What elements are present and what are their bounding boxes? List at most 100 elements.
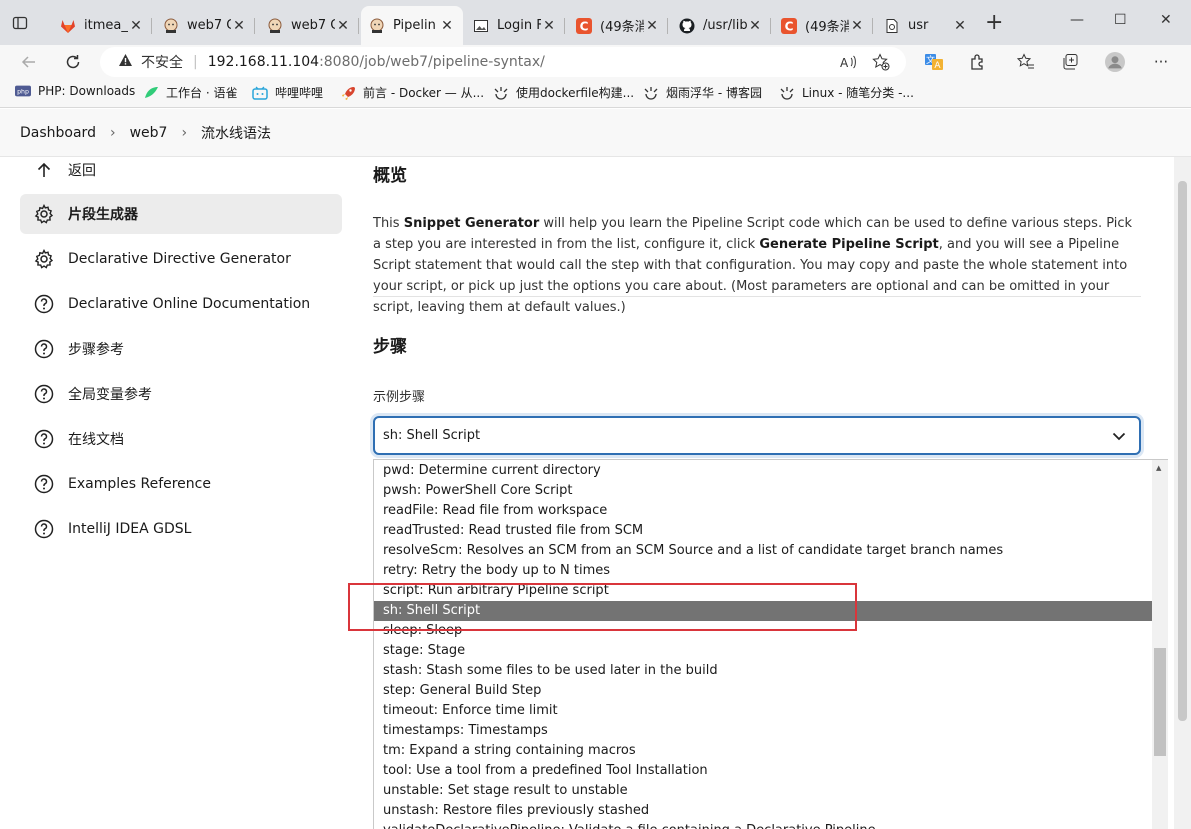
step-option[interactable]: retry: Retry the body up to N times [374,561,1168,581]
sidebar-item-intellij-gdsl[interactable]: IntelliJ IDEA GDSL [20,509,342,549]
jenkins-icon [267,18,283,34]
close-icon[interactable]: ✕ [335,18,351,34]
step-options-list[interactable]: pwd: Determine current directory pwsh: Po… [373,459,1168,829]
page-icon [884,18,900,34]
step-option[interactable]: readFile: Read file from workspace [374,501,1168,521]
close-icon[interactable]: ✕ [231,18,247,34]
tab-actions-icon[interactable] [10,13,30,33]
breadcrumb-job[interactable]: web7 [130,125,168,141]
close-icon[interactable]: ✕ [541,18,557,34]
tab-title: (49条消 [600,20,644,35]
breadcrumb-current[interactable]: 流水线语法 [201,123,271,143]
collections-icon[interactable] [1060,52,1080,72]
tab-title: (49条消 [805,20,849,35]
translate-icon[interactable]: 文A [924,52,944,72]
tab-title: web7 C [187,18,231,33]
highlight-annotation-box [348,583,857,631]
step-option[interactable]: pwsh: PowerShell Core Script [374,481,1168,501]
svg-text:C: C [580,19,589,33]
gear-icon [34,204,54,224]
browser-tab[interactable]: itmea_ ✕ [52,6,152,45]
new-tab-button[interactable]: + [985,12,1003,34]
list-scrollbar-thumb[interactable] [1154,648,1166,756]
close-icon[interactable]: ✕ [952,18,968,34]
sidebar-item-online-documentation[interactable]: Declarative Online Documentation [20,284,342,324]
step-option[interactable]: resolveScm: Resolves an SCM from an SCM … [374,541,1168,561]
browser-tab[interactable]: Login F ✕ [465,6,565,45]
maximize-icon[interactable]: ☐ [1114,12,1127,28]
profile-avatar[interactable] [1105,52,1125,72]
step-option[interactable]: unstash: Restore files previously stashe… [374,801,1168,821]
close-icon[interactable]: ✕ [644,18,660,34]
sidebar-item-examples-reference[interactable]: Examples Reference [20,464,342,504]
image-icon [473,18,489,34]
step-option[interactable]: stash: Stash some files to be used later… [374,661,1168,681]
cnblogs-icon [643,86,659,100]
minimize-icon[interactable]: — [1070,12,1084,28]
sidebar-item-online-docs[interactable]: 在线文档 [20,419,342,459]
add-favorite-icon[interactable] [871,52,891,72]
read-aloud-icon[interactable]: A [838,52,858,72]
sidebar-item-global-variables[interactable]: 全局变量参考 [20,374,342,414]
refresh-button[interactable] [62,51,84,73]
step-option[interactable]: timeout: Enforce time limit [374,701,1168,721]
sidebar-item-snippet-generator[interactable]: 片段生成器 [20,194,342,234]
sidebar-item-back[interactable]: 返回 [20,157,342,183]
favorites-icon[interactable] [1016,52,1036,72]
browser-tab[interactable]: C (49条消 ✕ [773,6,873,45]
step-option[interactable]: validateDeclarativePipeline: Validate a … [374,821,1168,829]
browser-tab[interactable]: C (49条消 ✕ [568,6,668,45]
sidebar-item-directive-generator[interactable]: Declarative Directive Generator [20,239,342,279]
jenkins-icon [369,18,385,34]
gitlab-icon [60,18,76,34]
browser-tab[interactable]: web7 C ✕ [259,6,359,45]
sample-step-select[interactable]: sh: Shell Script [373,416,1141,455]
step-option[interactable]: stage: Stage [374,641,1168,661]
page-scrollbar[interactable] [1174,157,1191,829]
page-scrollbar-thumb[interactable] [1178,181,1187,721]
bookmark-item[interactable]: php PHP: Downloads [15,84,135,98]
close-icon[interactable]: ✕ [128,18,144,34]
bookmark-item[interactable]: 前言 - Docker — 从... [340,84,484,101]
step-option[interactable]: timestamps: Timestamps [374,721,1168,741]
csdn-icon: C [576,17,592,34]
step-option[interactable]: readTrusted: Read trusted file from SCM [374,521,1168,541]
svg-text:C: C [785,19,794,33]
sample-step-label: 示例步骤 [373,390,426,405]
browser-tab[interactable]: /usr/lib ✕ [671,6,771,45]
bookmark-item[interactable]: Linux - 随笔分类 -... [779,84,914,101]
sidebar-item-steps-reference[interactable]: 步骤参考 [20,329,342,369]
window-close-icon[interactable]: ✕ [1160,12,1172,28]
intro-text: This Snippet Generator will help you lea… [373,216,1133,315]
scroll-up-icon[interactable]: ▲ [1156,464,1161,472]
browser-tab-active[interactable]: Pipelin ✕ [361,6,463,45]
csdn-icon: C [781,17,797,34]
step-option[interactable]: tm: Expand a string containing macros [374,741,1168,761]
yuque-icon [143,86,159,100]
close-icon[interactable]: ✕ [747,18,763,34]
more-menu-icon[interactable]: ··· [1151,52,1171,72]
address-bar[interactable]: 不安全 | 192.168.11.104:8080/job/web7/pipel… [100,47,906,77]
tab-title: Pipelin [393,18,436,33]
browser-tab[interactable]: usr ✕ [876,6,976,45]
step-option[interactable]: step: General Build Step [374,681,1168,701]
bookmark-item[interactable]: 使用dockerfile构建... [493,84,634,101]
extensions-icon[interactable] [968,52,988,72]
breadcrumb-dashboard[interactable]: Dashboard [20,125,96,141]
browser-tab[interactable]: web7 C ✕ [155,6,255,45]
chevron-down-icon[interactable] [1111,428,1127,444]
bookmark-item[interactable]: 工作台 · 语雀 [143,84,237,101]
bookmark-item[interactable]: 烟雨浮华 - 博客园 [643,84,762,101]
back-button[interactable] [18,51,40,73]
step-option[interactable]: pwd: Determine current directory [374,461,1168,481]
close-icon[interactable]: ✕ [849,18,865,34]
warning-icon[interactable] [118,53,133,71]
chevron-right-icon: › [109,124,116,141]
security-status[interactable]: 不安全 [141,52,183,72]
step-option[interactable]: unstable: Set stage result to unstable [374,781,1168,801]
bookmark-item[interactable]: 哔哩哔哩 [252,84,323,101]
help-icon [34,294,54,314]
close-icon[interactable]: ✕ [439,18,455,34]
step-option[interactable]: tool: Use a tool from a predefined Tool … [374,761,1168,781]
list-scrollbar[interactable]: ▲ [1152,460,1168,829]
